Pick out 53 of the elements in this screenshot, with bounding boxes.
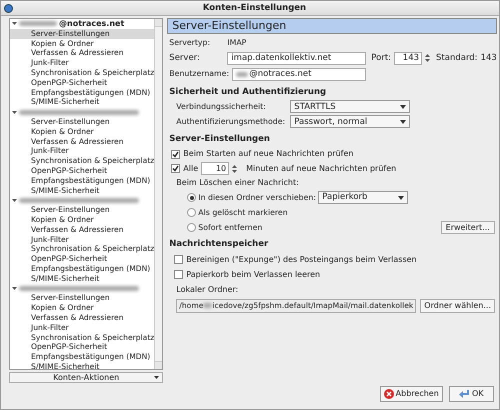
section-heading: Server-Einstellungen (169, 133, 271, 146)
expander-icon (12, 110, 17, 115)
dropdown[interactable]: Papierkorb (318, 191, 408, 204)
spin-arrows-icon[interactable] (425, 53, 430, 64)
username-field[interactable]: @notraces.net (232, 68, 366, 81)
expander-icon (12, 198, 17, 203)
return-arrow-icon (459, 390, 470, 398)
field-label: Server: (169, 52, 201, 65)
account-row[interactable]: @notraces.net (10, 19, 154, 29)
radio-button[interactable] (187, 193, 196, 202)
redacted-smear (236, 72, 248, 77)
advanced-button[interactable]: Erweitert... (440, 221, 495, 234)
local-folder-label: Lokaler Ordner: (175, 284, 240, 296)
expander-icon (12, 286, 17, 291)
ok-button[interactable]: OK (448, 386, 494, 402)
panel-heading: Server-Einstellungen (167, 18, 497, 34)
minutes-label: Minuten auf neue Nachrichten prüfen (246, 162, 396, 175)
standard-port-value: 143 (480, 52, 497, 65)
minutes-field[interactable]: 10 (201, 162, 230, 176)
window-title: Konten-Einstellungen (202, 2, 308, 14)
caret-icon (398, 196, 404, 200)
expander-icon (12, 21, 17, 26)
field-label: Standard: (436, 52, 478, 65)
radio-button[interactable] (187, 208, 196, 218)
checkbox[interactable] (171, 164, 180, 174)
checkbox-label: Bereinigen ("Expunge") des Posteingangs beim Verlassen (186, 254, 417, 266)
section-heading: Nachrichtenspeicher (169, 238, 270, 251)
caret-icon (400, 120, 406, 124)
dropdown[interactable]: STARTTLS (290, 100, 410, 114)
redacted-smear (19, 21, 57, 26)
checkbox-label: Beim Starten auf neue Nachrichten prüfen (183, 148, 354, 160)
dropdown[interactable]: Passwort, normal (290, 115, 410, 128)
cancel-button[interactable]: Abbrechen (380, 386, 443, 402)
spin-arrows-icon[interactable] (232, 164, 238, 174)
radio-button[interactable] (187, 223, 196, 232)
redacted-smear (203, 303, 212, 308)
checkbox[interactable] (171, 150, 180, 159)
server-field[interactable]: imap.datenkollektiv.net (227, 52, 366, 65)
cancel-icon (384, 389, 394, 399)
checkbox[interactable] (174, 270, 184, 280)
field-label: Port: (371, 52, 392, 65)
port-field[interactable]: 143 (394, 52, 422, 65)
checkbox-label: Alle (183, 162, 198, 175)
caret-icon (400, 104, 406, 109)
app-icon (4, 4, 13, 12)
caret-icon (154, 376, 160, 379)
scrollbar[interactable] (154, 19, 162, 369)
choose-folder-button[interactable]: Ordner wählen... (420, 298, 496, 313)
delete-label: Beim Löschen einer Nachricht: (175, 177, 300, 190)
checkbox[interactable] (174, 255, 184, 264)
account-actions-button[interactable]: Konten-Aktionen (9, 372, 164, 383)
checkbox-label: Papierkorb beim Verlassen leeren (186, 268, 320, 281)
section-heading: Sicherheit und Authentifizierung (169, 86, 328, 98)
